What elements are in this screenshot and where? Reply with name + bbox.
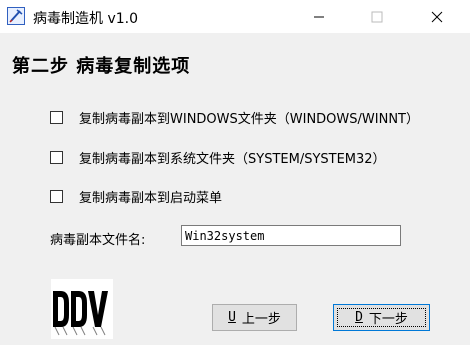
ddv-logo	[51, 279, 113, 339]
syringe-icon	[7, 7, 25, 25]
title-bar[interactable]: 病毒制造机 v1.0	[0, 0, 470, 34]
maximize-icon	[371, 11, 383, 22]
filename-input[interactable]	[181, 225, 401, 246]
option-copy-to-system[interactable]: 复制病毒副本到系统文件夹（SYSTEM/SYSTEM32）	[50, 148, 386, 167]
close-icon	[431, 11, 443, 22]
maximize-button[interactable]	[354, 0, 400, 33]
option-label: 复制病毒副本到WINDOWS文件夹（WINDOWS/WINNT）	[79, 112, 419, 127]
option-label: 复制病毒副本到系统文件夹（SYSTEM/SYSTEM32）	[79, 152, 386, 167]
minimize-icon	[314, 16, 324, 17]
filename-label: 病毒副本文件名:	[50, 233, 146, 248]
option-copy-to-windows[interactable]: 复制病毒副本到WINDOWS文件夹（WINDOWS/WINNT）	[50, 108, 419, 127]
checkbox[interactable]	[50, 111, 63, 124]
option-copy-to-startup[interactable]: 复制病毒副本到启动菜单	[50, 187, 222, 206]
minimize-button[interactable]	[296, 0, 342, 33]
prev-button-label: 上一步	[241, 312, 281, 327]
close-button[interactable]	[414, 0, 460, 33]
step-heading: 第二步 病毒复制选项	[12, 56, 191, 77]
prev-accel-key: U	[228, 310, 236, 325]
focus-rect	[337, 308, 426, 327]
next-step-button[interactable]: D 下一步	[333, 304, 430, 331]
checkbox[interactable]	[50, 151, 63, 164]
window-title: 病毒制造机 v1.0	[33, 11, 138, 27]
previous-step-button[interactable]: U 上一步	[212, 304, 297, 331]
option-label: 复制病毒副本到启动菜单	[79, 191, 223, 206]
checkbox[interactable]	[50, 190, 63, 203]
